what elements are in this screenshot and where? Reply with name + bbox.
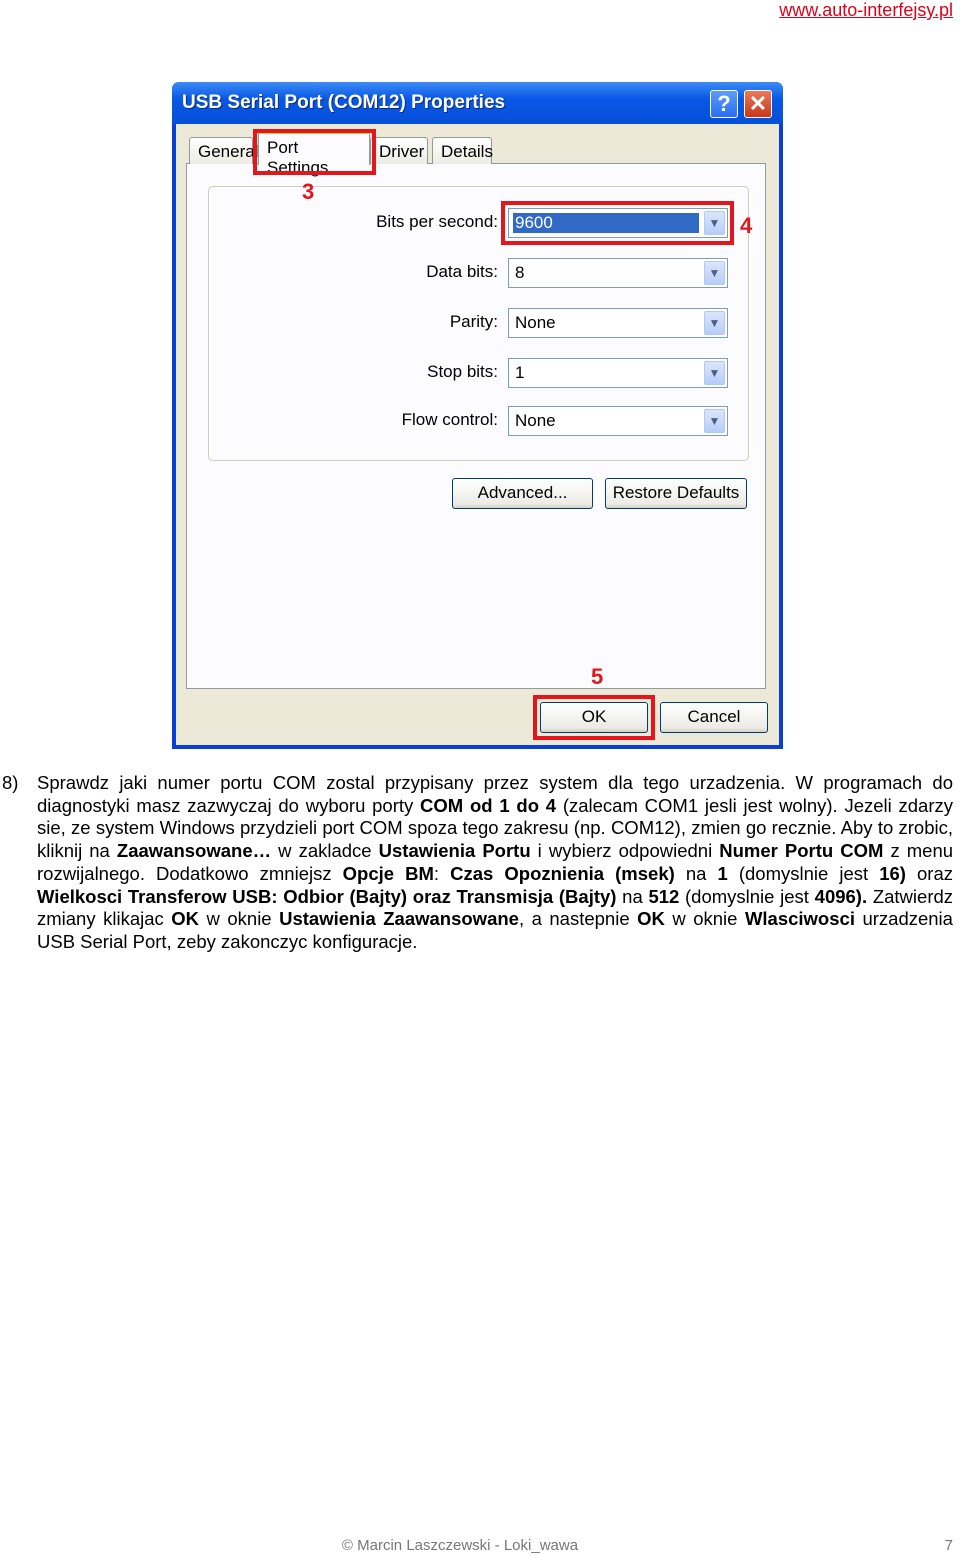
cancel-button[interactable]: Cancel [660,702,768,733]
stop-bits-select[interactable]: 1 ▼ [508,358,728,388]
chevron-down-icon[interactable]: ▼ [704,409,725,433]
bold-text: Czas Opoznienia (msek) [450,862,675,884]
text-segment: oraz [905,862,954,884]
stop-bits-label: Stop bits: [427,362,498,381]
bold-text: OK [171,908,200,930]
select-value: None [515,411,556,430]
dialog-title: USB Serial Port (COM12) Properties [182,92,506,113]
text-segment: : [433,862,451,884]
website-link[interactable]: www.auto-interfejsy.pl [779,0,953,21]
highlight-box-bitrate [501,201,734,245]
bold-text: Opcje BM [342,862,434,884]
data-bits-label: Data bits: [426,262,498,281]
chevron-down-icon[interactable]: ▼ [704,261,725,285]
bold-text: Ustawienia Portu [378,840,531,862]
restore-defaults-button[interactable]: Restore Defaults [605,478,747,509]
select-value: None [515,313,556,332]
bold-text: 16) [879,862,906,884]
advanced-button[interactable]: Advanced... [452,478,593,509]
flow-control-label: Flow control: [401,410,498,429]
text-segment: , a nastepnie [518,908,638,930]
text-segment: (domyslnie jest [679,885,815,907]
footer-copyright: © Marcin Laszczewski - Loki_wawa [341,1537,579,1554]
bold-text: Zaawansowane… [116,840,272,862]
select-value: 8 [515,263,525,282]
help-icon[interactable]: ? [710,90,738,118]
step-number: 8) [2,772,19,793]
bold-text: Wlasciwosci [744,908,855,930]
bits-per-second-label: Bits per second: [376,212,498,231]
parity-select[interactable]: None ▼ [508,308,728,338]
text-segment: w zakladce [271,840,379,862]
bold-text: COM od 1 do 4 [420,794,557,816]
tab-general[interactable]: General [189,137,258,164]
flow-control-select[interactable]: None ▼ [508,406,728,436]
bold-text: Wielkosci Transferow USB: Odbior (Bajty)… [37,885,617,907]
page-number: 7 [944,1537,953,1554]
close-icon[interactable]: ✕ [744,90,772,118]
bold-text: OK [637,908,665,930]
bold-text: 1 [717,862,728,884]
text-segment: (domyslnie jest [727,862,880,884]
bold-text: Numer Portu COM [719,840,884,862]
tab-driver[interactable]: Driver [370,137,428,164]
chevron-down-icon[interactable]: ▼ [704,311,725,335]
text-segment: w oknie [664,908,745,930]
text-segment: na [674,862,718,884]
parity-label: Parity: [449,312,498,331]
highlight-box-ok [533,695,655,740]
annotation-3: 3 [302,179,315,204]
annotation-5: 5 [591,664,604,689]
title-bar[interactable]: USB Serial Port (COM12) Properties ? ✕ [172,82,783,124]
text-segment: na [616,885,649,907]
tab-details[interactable]: Details [432,137,493,164]
annotation-4: 4 [740,213,753,238]
select-value: 1 [515,363,525,382]
bold-text: 512 [648,885,680,907]
bold-text: 4096). [814,885,868,907]
text-segment: i wybierz odpowiedni [530,840,720,862]
step-paragraph: Sprawdz jaki numer portu COM zostal przy… [37,772,953,954]
chevron-down-icon[interactable]: ▼ [704,361,725,385]
text-segment: w oknie [199,908,280,930]
data-bits-select[interactable]: 8 ▼ [508,258,728,288]
highlight-box-tab [253,129,376,175]
bold-text: Ustawienia Zaawansowane [279,908,519,930]
